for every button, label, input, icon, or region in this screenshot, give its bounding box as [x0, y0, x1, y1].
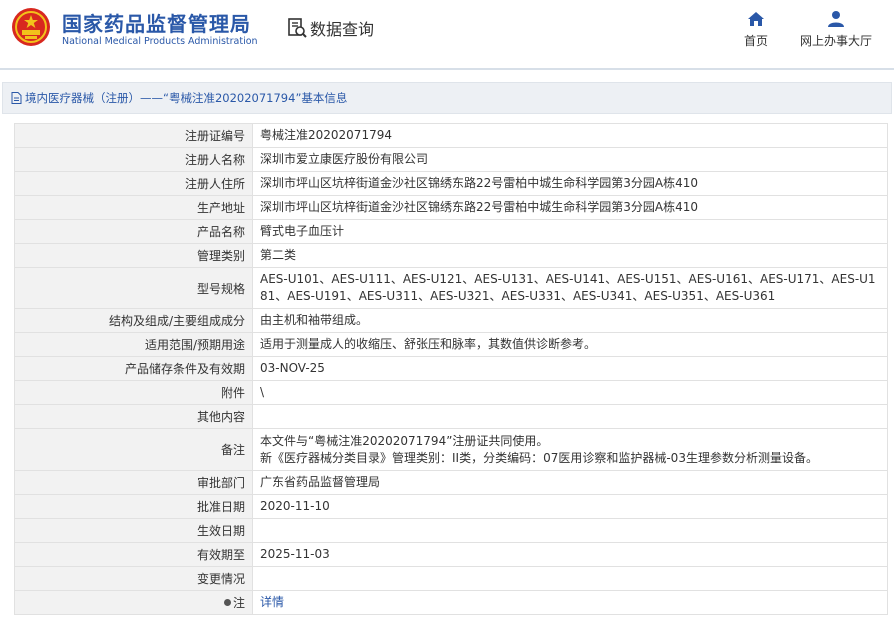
field-label: 附件 — [14, 380, 253, 405]
field-label: 注 — [14, 590, 253, 615]
site-title: 国家药品监督管理局 — [62, 12, 251, 36]
remark-line-1: 本文件与“粤械注准20202071794”注册证共同使用。 — [260, 433, 549, 448]
module-title: 数据查询 — [286, 14, 374, 42]
field-value: 2020-11-10 — [252, 494, 888, 519]
table-row: 附件 \ — [14, 380, 888, 405]
field-value: 第二类 — [252, 243, 888, 268]
nav-home[interactable]: 首页 — [740, 10, 772, 49]
national-emblem-icon — [12, 8, 50, 46]
table-row: 型号规格 AES-U101、AES-U111、AES-U121、AES-U131… — [14, 267, 888, 309]
module-label: 数据查询 — [310, 20, 375, 39]
field-value: 适用于测量成人的收缩压、舒张压和脉率，其数值供诊断参考。 — [252, 332, 888, 357]
field-label: 备注 — [14, 428, 253, 471]
field-label: 注册证编号 — [14, 123, 253, 148]
field-label: 生产地址 — [14, 195, 253, 220]
field-label: 有效期至 — [14, 542, 253, 567]
details-link[interactable]: 详情 — [260, 595, 284, 609]
site-subtitle: National Medical Products Administration — [62, 36, 258, 47]
field-value: 深圳市爱立康医疗股份有限公司 — [252, 147, 888, 172]
table-row: 注 详情 — [14, 590, 888, 615]
field-value — [252, 404, 888, 429]
field-value: 2025-11-03 — [252, 542, 888, 567]
table-row: 管理类别 第二类 — [14, 243, 888, 268]
field-label: 管理类别 — [14, 243, 253, 268]
search-document-icon — [288, 18, 307, 38]
field-value: AES-U101、AES-U111、AES-U121、AES-U131、AES-… — [252, 267, 888, 309]
field-value: 臂式电子血压计 — [252, 219, 888, 244]
table-row: 审批部门 广东省药品监督管理局 — [14, 470, 888, 495]
table-row: 变更情况 — [14, 566, 888, 591]
nav-home-label: 首页 — [743, 34, 768, 48]
nav-online-office-label: 网上办事大厅 — [799, 34, 872, 48]
document-icon — [11, 92, 22, 104]
field-label: 批准日期 — [14, 494, 253, 519]
field-label: 结构及组成/主要组成成分 — [14, 308, 253, 333]
field-value: 由主机和袖带组成。 — [252, 308, 888, 333]
field-value: 粤械注准20202071794 — [252, 123, 888, 148]
pin-icon — [223, 599, 231, 606]
table-row: 适用范围/预期用途 适用于测量成人的收缩压、舒张压和脉率，其数值供诊断参考。 — [14, 332, 888, 357]
table-row: 生产地址 深圳市坪山区坑梓街道金沙社区锦绣东路22号雷柏中城生命科学园第3分园A… — [14, 195, 888, 220]
table-row: 其他内容 — [14, 404, 888, 429]
field-value: 广东省药品监督管理局 — [252, 470, 888, 495]
field-label: 产品储存条件及有效期 — [14, 356, 253, 381]
field-label: 型号规格 — [14, 267, 253, 309]
field-label: 注册人住所 — [14, 171, 253, 196]
table-row: 生效日期 — [14, 518, 888, 543]
field-value: 本文件与“粤械注准20202071794”注册证共同使用。 新《医疗器械分类目录… — [252, 428, 888, 471]
remark-line-2: 新《医疗器械分类目录》管理类别：II类，分类编码：07医用诊察和监护器械-03生… — [260, 450, 818, 465]
table-row: 注册人住所 深圳市坪山区坑梓街道金沙社区锦绣东路22号雷柏中城生命科学园第3分园… — [14, 171, 888, 196]
table-row: 结构及组成/主要组成成分 由主机和袖带组成。 — [14, 308, 888, 333]
field-value: 03-NOV-25 — [252, 356, 888, 381]
user-icon — [828, 11, 844, 27]
field-label: 注册人名称 — [14, 147, 253, 172]
field-value: 详情 — [252, 590, 888, 615]
field-value — [252, 566, 888, 591]
breadcrumb: 境内医疗器械（注册）——“粤械注准20202071794”基本信息 — [2, 82, 892, 114]
table-row: 备注 本文件与“粤械注准20202071794”注册证共同使用。 新《医疗器械分… — [14, 428, 888, 471]
detail-table: 注册证编号 粤械注准20202071794 注册人名称 深圳市爱立康医疗股份有限… — [14, 123, 888, 615]
table-row: 注册人名称 深圳市爱立康医疗股份有限公司 — [14, 147, 888, 172]
field-value: 深圳市坪山区坑梓街道金沙社区锦绣东路22号雷柏中城生命科学园第3分园A栋410 — [252, 171, 888, 196]
table-row: 产品储存条件及有效期 03-NOV-25 — [14, 356, 888, 381]
field-label: 变更情况 — [14, 566, 253, 591]
field-label: 产品名称 — [14, 219, 253, 244]
field-label: 生效日期 — [14, 518, 253, 543]
field-label: 审批部门 — [14, 470, 253, 495]
home-icon — [748, 12, 764, 26]
table-row: 有效期至 2025-11-03 — [14, 542, 888, 567]
field-value — [252, 518, 888, 543]
breadcrumb-text: 境内医疗器械（注册）——“粤械注准20202071794”基本信息 — [25, 91, 348, 105]
field-label: 其他内容 — [14, 404, 253, 429]
table-row: 批准日期 2020-11-10 — [14, 494, 888, 519]
table-row: 产品名称 臂式电子血压计 — [14, 219, 888, 244]
field-label: 适用范围/预期用途 — [14, 332, 253, 357]
nav-online-office[interactable]: 网上办事大厅 — [796, 10, 876, 49]
note-label: 注 — [232, 596, 245, 610]
site-header: 国家药品监督管理局 National Medical Products Admi… — [0, 0, 894, 70]
field-value: \ — [252, 380, 888, 405]
table-row: 注册证编号 粤械注准20202071794 — [14, 123, 888, 148]
field-value: 深圳市坪山区坑梓街道金沙社区锦绣东路22号雷柏中城生命科学园第3分园A栋410 — [252, 195, 888, 220]
